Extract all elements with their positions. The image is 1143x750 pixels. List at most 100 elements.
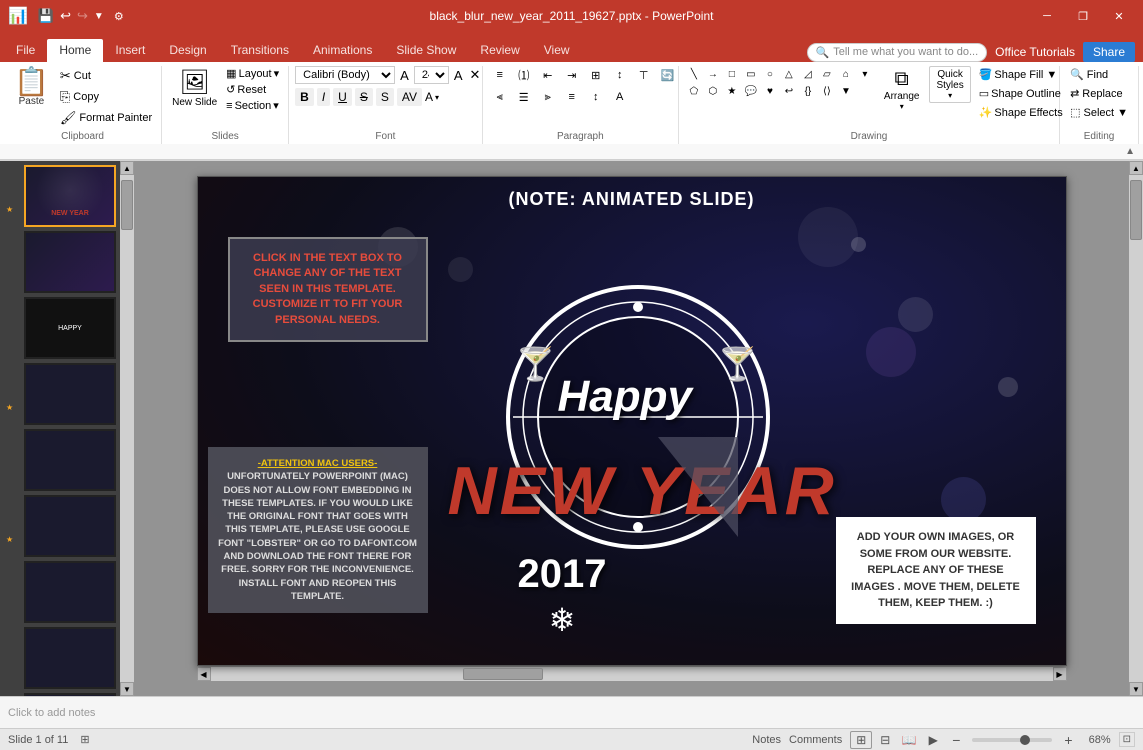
shape-chevron-down[interactable]: ▾	[856, 66, 874, 82]
increase-font-icon[interactable]: A	[452, 67, 465, 84]
decrease-indent-button[interactable]: ⇤	[537, 66, 559, 84]
section-button[interactable]: ≡ Section ▾	[223, 98, 282, 113]
customize-icon[interactable]: ⚙	[114, 10, 124, 23]
zoom-thumb[interactable]	[1020, 735, 1030, 745]
align-center-button[interactable]: ☰	[513, 88, 535, 106]
restore-button[interactable]: ❐	[1067, 2, 1099, 30]
minimize-button[interactable]: ─	[1031, 2, 1063, 30]
share-button[interactable]: Share	[1083, 42, 1135, 62]
slide-sorter-button[interactable]: ⊟	[874, 731, 896, 749]
fit-slide-button[interactable]: ⊡	[1119, 732, 1135, 747]
mac-textbox[interactable]: -ATTENTION MAC USERS- UNFORTUNATELY POWE…	[208, 447, 428, 613]
text-direction-button[interactable]: ↕	[609, 66, 631, 84]
shape-arrow[interactable]: →	[704, 66, 722, 82]
shape-star[interactable]: ★	[723, 83, 741, 99]
save-icon[interactable]: 💾	[38, 8, 54, 24]
copy-button[interactable]: ⎘ Copy	[57, 87, 155, 107]
tab-design[interactable]: Design	[157, 39, 218, 62]
vscroll-down-button[interactable]: ▼	[1129, 682, 1143, 696]
shape-parallelogram[interactable]: ▱	[818, 66, 836, 82]
find-button[interactable]: 🔍 Find	[1066, 66, 1112, 83]
underline-button[interactable]: U	[333, 88, 352, 106]
shape-curve-arrow[interactable]: ↩	[780, 83, 798, 99]
tell-me-input[interactable]: 🔍 Tell me what you want to do...	[807, 43, 988, 62]
add-images-box[interactable]: ADD YOUR OWN IMAGES, OR SOME FROM OUR WE…	[836, 517, 1036, 624]
slide-info-icon[interactable]: ⊞	[80, 733, 89, 746]
shape-oval[interactable]: ○	[761, 66, 779, 82]
scroll-thumb[interactable]	[121, 180, 133, 230]
hscroll-right-button[interactable]: ▶	[1053, 667, 1067, 681]
office-tutorials-link[interactable]: Office Tutorials	[995, 45, 1075, 59]
quick-access-icon[interactable]: ▼	[94, 11, 104, 22]
para-color-button[interactable]: A	[609, 88, 631, 106]
shape-triangle[interactable]: △	[780, 66, 798, 82]
ribbon-collapse-icon[interactable]: ▲	[1125, 146, 1135, 157]
shape-fill-button[interactable]: 🪣 Shape Fill ▼	[975, 66, 1067, 83]
increase-indent-button[interactable]: ⇥	[561, 66, 583, 84]
slide-thumb-2[interactable]	[24, 231, 116, 293]
slide-canvas[interactable]: (NOTE: ANIMATED SLIDE) CLICK IN THE TEXT…	[197, 176, 1067, 666]
shape-more[interactable]: ▼	[837, 83, 855, 99]
line-spacing-button[interactable]: ↕	[585, 88, 607, 106]
select-button[interactable]: ⬚ Select ▼	[1066, 104, 1132, 121]
slide-thumb-3[interactable]: HAPPY	[24, 297, 116, 359]
hscroll-left-button[interactable]: ◀	[197, 667, 211, 681]
smartart-button[interactable]: 🔄	[657, 66, 679, 84]
format-painter-button[interactable]: 🖌 Format Painter	[57, 108, 155, 128]
vscroll-thumb[interactable]	[1130, 180, 1142, 240]
slide-thumb-9[interactable]	[24, 693, 116, 696]
tab-home[interactable]: Home	[47, 39, 103, 62]
layout-button[interactable]: ▦ Layout ▾	[223, 66, 282, 81]
justify-button[interactable]: ≡	[561, 88, 583, 106]
tab-insert[interactable]: Insert	[103, 39, 157, 62]
clear-format-icon[interactable]: ✕	[467, 66, 482, 84]
tab-animations[interactable]: Animations	[301, 39, 384, 62]
slide-thumb-1[interactable]: NEW YEAR	[24, 165, 116, 227]
notes-button[interactable]: Notes	[752, 734, 781, 746]
slide-thumb-5[interactable]	[24, 429, 116, 491]
shape-brace[interactable]: ⟨⟩	[818, 83, 836, 99]
shape-hex[interactable]: ⬡	[704, 83, 722, 99]
tab-review[interactable]: Review	[468, 39, 531, 62]
shape-outline-button[interactable]: ▭ Shape Outline	[975, 85, 1067, 102]
align-left-button[interactable]: ⫷	[489, 88, 511, 106]
replace-button[interactable]: ⇄ Replace	[1066, 85, 1127, 102]
shape-bracket[interactable]: {}	[799, 83, 817, 99]
slide-thumb-6[interactable]	[24, 495, 116, 557]
char-spacing-button[interactable]: AV	[397, 88, 422, 106]
zoom-out-button[interactable]: −	[952, 732, 960, 748]
scroll-down-button[interactable]: ▼	[120, 682, 134, 696]
tab-file[interactable]: File	[4, 39, 47, 62]
paste-button[interactable]: 📋 Paste	[10, 66, 53, 109]
arrange-button[interactable]: ⧉ Arrange ▾	[878, 66, 926, 113]
align-text-button[interactable]: ⊤	[633, 66, 655, 84]
column-button[interactable]: ⊞	[585, 66, 607, 84]
italic-button[interactable]: I	[317, 88, 330, 106]
font-color-btn[interactable]: A	[425, 90, 433, 104]
redo-icon[interactable]: ↪	[77, 8, 88, 24]
slide-thumb-4[interactable]	[24, 363, 116, 425]
shape-line[interactable]: ╲	[685, 66, 703, 82]
bullets-button[interactable]: ≡	[489, 66, 511, 84]
zoom-level[interactable]: 68%	[1081, 734, 1111, 746]
hscroll-thumb[interactable]	[463, 668, 543, 680]
tab-transitions[interactable]: Transitions	[219, 39, 301, 62]
reading-view-button[interactable]: 📖	[898, 731, 920, 749]
font-size-select[interactable]: 24	[414, 66, 449, 84]
shape-rect2[interactable]: ▭	[742, 66, 760, 82]
vscroll-up-button[interactable]: ▲	[1129, 161, 1143, 175]
reset-button[interactable]: ↺ Reset	[223, 82, 282, 97]
shadow-button[interactable]: S	[376, 88, 394, 106]
zoom-in-button[interactable]: +	[1064, 732, 1072, 748]
slideshow-view-button[interactable]: ▶	[922, 731, 944, 749]
zoom-slider[interactable]	[972, 738, 1052, 742]
shape-callout[interactable]: 💬	[742, 83, 760, 99]
decrease-font-icon[interactable]: A	[398, 67, 411, 84]
tab-view[interactable]: View	[532, 39, 582, 62]
scroll-up-button[interactable]: ▲	[120, 161, 134, 175]
font-color-chevron[interactable]: ▾	[435, 93, 439, 102]
close-button[interactable]: ✕	[1103, 2, 1135, 30]
shape-heart[interactable]: ♥	[761, 83, 779, 99]
bold-button[interactable]: B	[295, 88, 314, 106]
quick-styles-button[interactable]: Quick Styles ▾	[929, 66, 970, 103]
